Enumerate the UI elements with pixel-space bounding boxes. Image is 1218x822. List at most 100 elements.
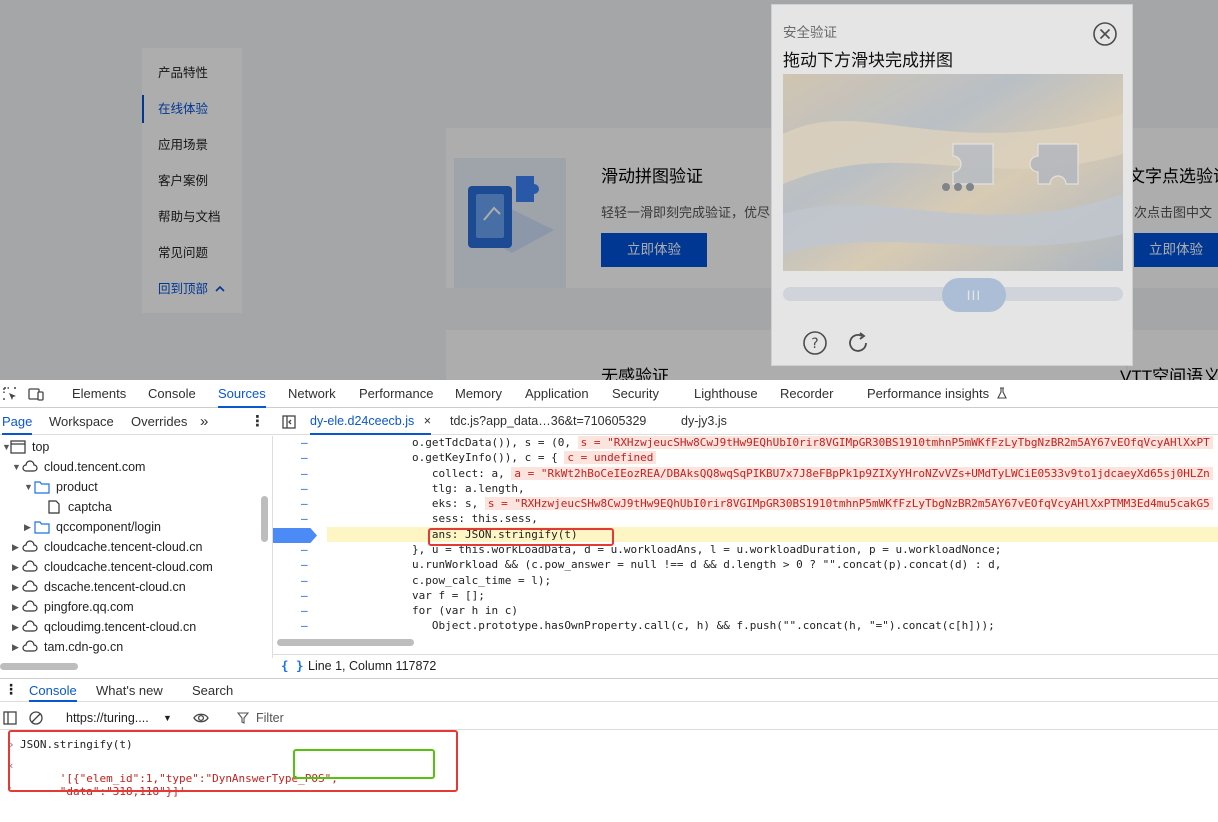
- refresh-icon[interactable]: [845, 330, 871, 356]
- tab-recorder[interactable]: Recorder: [780, 380, 833, 408]
- cloud-icon: [22, 600, 38, 612]
- tab-performance-insights[interactable]: Performance insights: [867, 380, 1008, 408]
- tree-item-product[interactable]: ▼ product: [0, 477, 260, 497]
- tab-memory[interactable]: Memory: [455, 380, 502, 408]
- tab-page[interactable]: Page: [2, 408, 33, 435]
- editor-file-tabs: dy-ele.d24ceecb.js × tdc.js?app_data…36&…: [273, 408, 1218, 435]
- code-scrollbar-horizontal[interactable]: [277, 639, 414, 646]
- tab-application[interactable]: Application: [525, 380, 589, 408]
- cloud-icon: [22, 580, 38, 592]
- tab-label: Performance insights: [867, 386, 990, 401]
- tree-item-domain[interactable]: ▶ pingfore.qq.com: [0, 597, 260, 617]
- tree-item-top[interactable]: ▼ top: [0, 437, 260, 457]
- tab-performance[interactable]: Performance: [359, 380, 433, 408]
- tab-elements[interactable]: Elements: [72, 380, 126, 408]
- device-toolbar-icon[interactable]: [28, 386, 44, 402]
- cloud-icon: [22, 540, 38, 552]
- inline-value: c = undefined: [564, 451, 657, 464]
- filter-placeholder: Filter: [256, 711, 284, 725]
- tree-item-captcha[interactable]: captcha: [0, 497, 260, 517]
- tab-security[interactable]: Security: [612, 380, 659, 408]
- frame-icon: [10, 440, 26, 454]
- code-line: – sess: this.sess,: [301, 512, 538, 525]
- filter-input[interactable]: [225, 709, 425, 727]
- webpage-viewport: 产品特性 在线体验 应用场景 客户案例 帮助与文档 常见问题 回到顶部 滑动拼图…: [0, 0, 1218, 380]
- tab-overrides[interactable]: Overrides: [131, 408, 187, 435]
- tab-network[interactable]: Network: [288, 380, 336, 408]
- tree-label: qcloudimg.tencent-cloud.cn: [44, 620, 197, 634]
- drawer-tab-console[interactable]: Console: [29, 679, 77, 702]
- file-tab-dy-jy3[interactable]: dy-jy3.js: [681, 408, 727, 435]
- file-tab-label: dy-ele.d24ceecb.js: [310, 414, 415, 428]
- file-tree: ▼ top ▼ cloud.tencent.com ▼ product capt…: [0, 436, 273, 658]
- code-line: – o.getKeyInfo()), c = { c = undefined: [273, 450, 1218, 465]
- inline-value: a = "RkWt2hBoCeIEozREA/DBAksQQ8wqSqPIKBU…: [511, 467, 1213, 480]
- code-editor[interactable]: – o.getTdcData()), s = (0, s = "RXHzwjeuc…: [273, 435, 1218, 635]
- cloud-icon: [22, 460, 38, 472]
- cloud-icon: [22, 560, 38, 572]
- tab-console[interactable]: Console: [148, 380, 196, 408]
- tree-label: tam.cdn-go.cn: [44, 640, 124, 654]
- flask-icon: [996, 387, 1007, 399]
- clear-console-icon[interactable]: [28, 710, 44, 726]
- file-tab-tdc[interactable]: tdc.js?app_data…36&t=710605329: [450, 408, 646, 435]
- drawer-tabs: ⋮ Console What's new Search: [0, 678, 1218, 702]
- inspect-element-icon[interactable]: [2, 386, 18, 402]
- editor-status-bar: { } Line 1, Column 117872: [273, 654, 1218, 676]
- folder-icon: [34, 481, 50, 494]
- code-line: – u.runWorkload && (c.pow_answer = null !…: [301, 558, 1002, 571]
- tree-scrollbar-vertical[interactable]: [261, 496, 268, 542]
- devtools-main-tabs: Elements Console Sources Network Perform…: [0, 380, 1218, 408]
- context-selector[interactable]: https://turing.... ▼: [61, 709, 176, 727]
- drawer-tab-whats-new[interactable]: What's new: [96, 679, 163, 702]
- folder-icon: [34, 521, 50, 534]
- tree-item-qccomponent[interactable]: ▶ qccomponent/login: [0, 517, 260, 537]
- breakpoint-marker[interactable]: [273, 528, 317, 543]
- code-line: – o.getTdcData()), s = (0, s = "RXHzwjeuc…: [273, 435, 1218, 450]
- captcha-header: 安全验证: [783, 25, 837, 40]
- svg-text:?: ?: [811, 336, 818, 352]
- sidebar-toggle-icon[interactable]: [2, 710, 18, 726]
- more-tabs-button[interactable]: »: [200, 408, 208, 435]
- tree-item-domain[interactable]: ▶ cloudcache.tencent-cloud.com: [0, 557, 260, 577]
- code-line: – c.pow_calc_time = l);: [301, 574, 552, 587]
- sources-navigator-tabs: Page Workspace Overrides » ⋮: [0, 408, 273, 435]
- highlight-box-data: [293, 749, 435, 779]
- tree-label: cloudcache.tencent-cloud.com: [44, 560, 213, 574]
- tree-label: cloudcache.tencent-cloud.cn: [44, 540, 203, 554]
- eye-icon[interactable]: [193, 710, 209, 726]
- cursor-position: Line 1, Column 117872: [308, 659, 437, 673]
- tab-lighthouse[interactable]: Lighthouse: [694, 380, 758, 408]
- dropdown-arrow-icon: ▼: [163, 713, 172, 723]
- code-line: – for (var h in c): [301, 604, 518, 617]
- captcha-dialog: 安全验证 拖动下方滑块完成拼图 III ?: [771, 4, 1133, 366]
- tree-item-domain[interactable]: ▶ cloudcache.tencent-cloud.cn: [0, 537, 260, 557]
- slider-handle[interactable]: III: [942, 278, 1006, 312]
- help-icon[interactable]: ?: [802, 330, 828, 356]
- tree-item-domain[interactable]: ▶ qcloudimg.tencent-cloud.cn: [0, 617, 260, 637]
- cloud-icon: [22, 620, 38, 632]
- drawer-menu-icon[interactable]: ⋮: [4, 681, 18, 698]
- tree-scrollbar-horizontal[interactable]: [0, 663, 78, 670]
- code-line: – var f = [];: [301, 589, 485, 602]
- toggle-navigator-icon[interactable]: [281, 414, 297, 430]
- puzzle-image: [783, 74, 1123, 271]
- tree-item-domain[interactable]: ▶ tam.cdn-go.cn: [0, 637, 260, 657]
- tab-workspace[interactable]: Workspace: [49, 408, 114, 435]
- tree-item-domain[interactable]: ▶ dscache.tencent-cloud.cn: [0, 577, 260, 597]
- tree-item-cloud-tencent[interactable]: ▼ cloud.tencent.com: [0, 457, 260, 477]
- pretty-print-icon[interactable]: { }: [281, 658, 304, 673]
- console-toolbar: https://turing.... ▼ Filter: [0, 706, 1218, 730]
- code-line: – eks: s, s = "RXHzwjeucSHw8CwJ9tHw9EQhU…: [273, 496, 1218, 511]
- tree-label: product: [56, 480, 98, 494]
- drawer-tab-search[interactable]: Search: [192, 679, 233, 702]
- captcha-instruction: 拖动下方滑块完成拼图: [783, 51, 953, 70]
- close-tab-icon[interactable]: ×: [424, 414, 431, 428]
- code-line: – tlg: a.length,: [301, 482, 525, 495]
- kebab-menu-icon[interactable]: ⋮: [250, 408, 265, 435]
- tab-sources[interactable]: Sources: [218, 380, 266, 408]
- file-tab-dy-ele[interactable]: dy-ele.d24ceecb.js ×: [310, 408, 432, 435]
- close-icon[interactable]: [1092, 21, 1118, 47]
- tree-label: qccomponent/login: [56, 520, 161, 534]
- inline-value: s = "RXHzwjeucSHw8CwJ9tHw9EQhUbI0rir8VGI…: [484, 497, 1213, 510]
